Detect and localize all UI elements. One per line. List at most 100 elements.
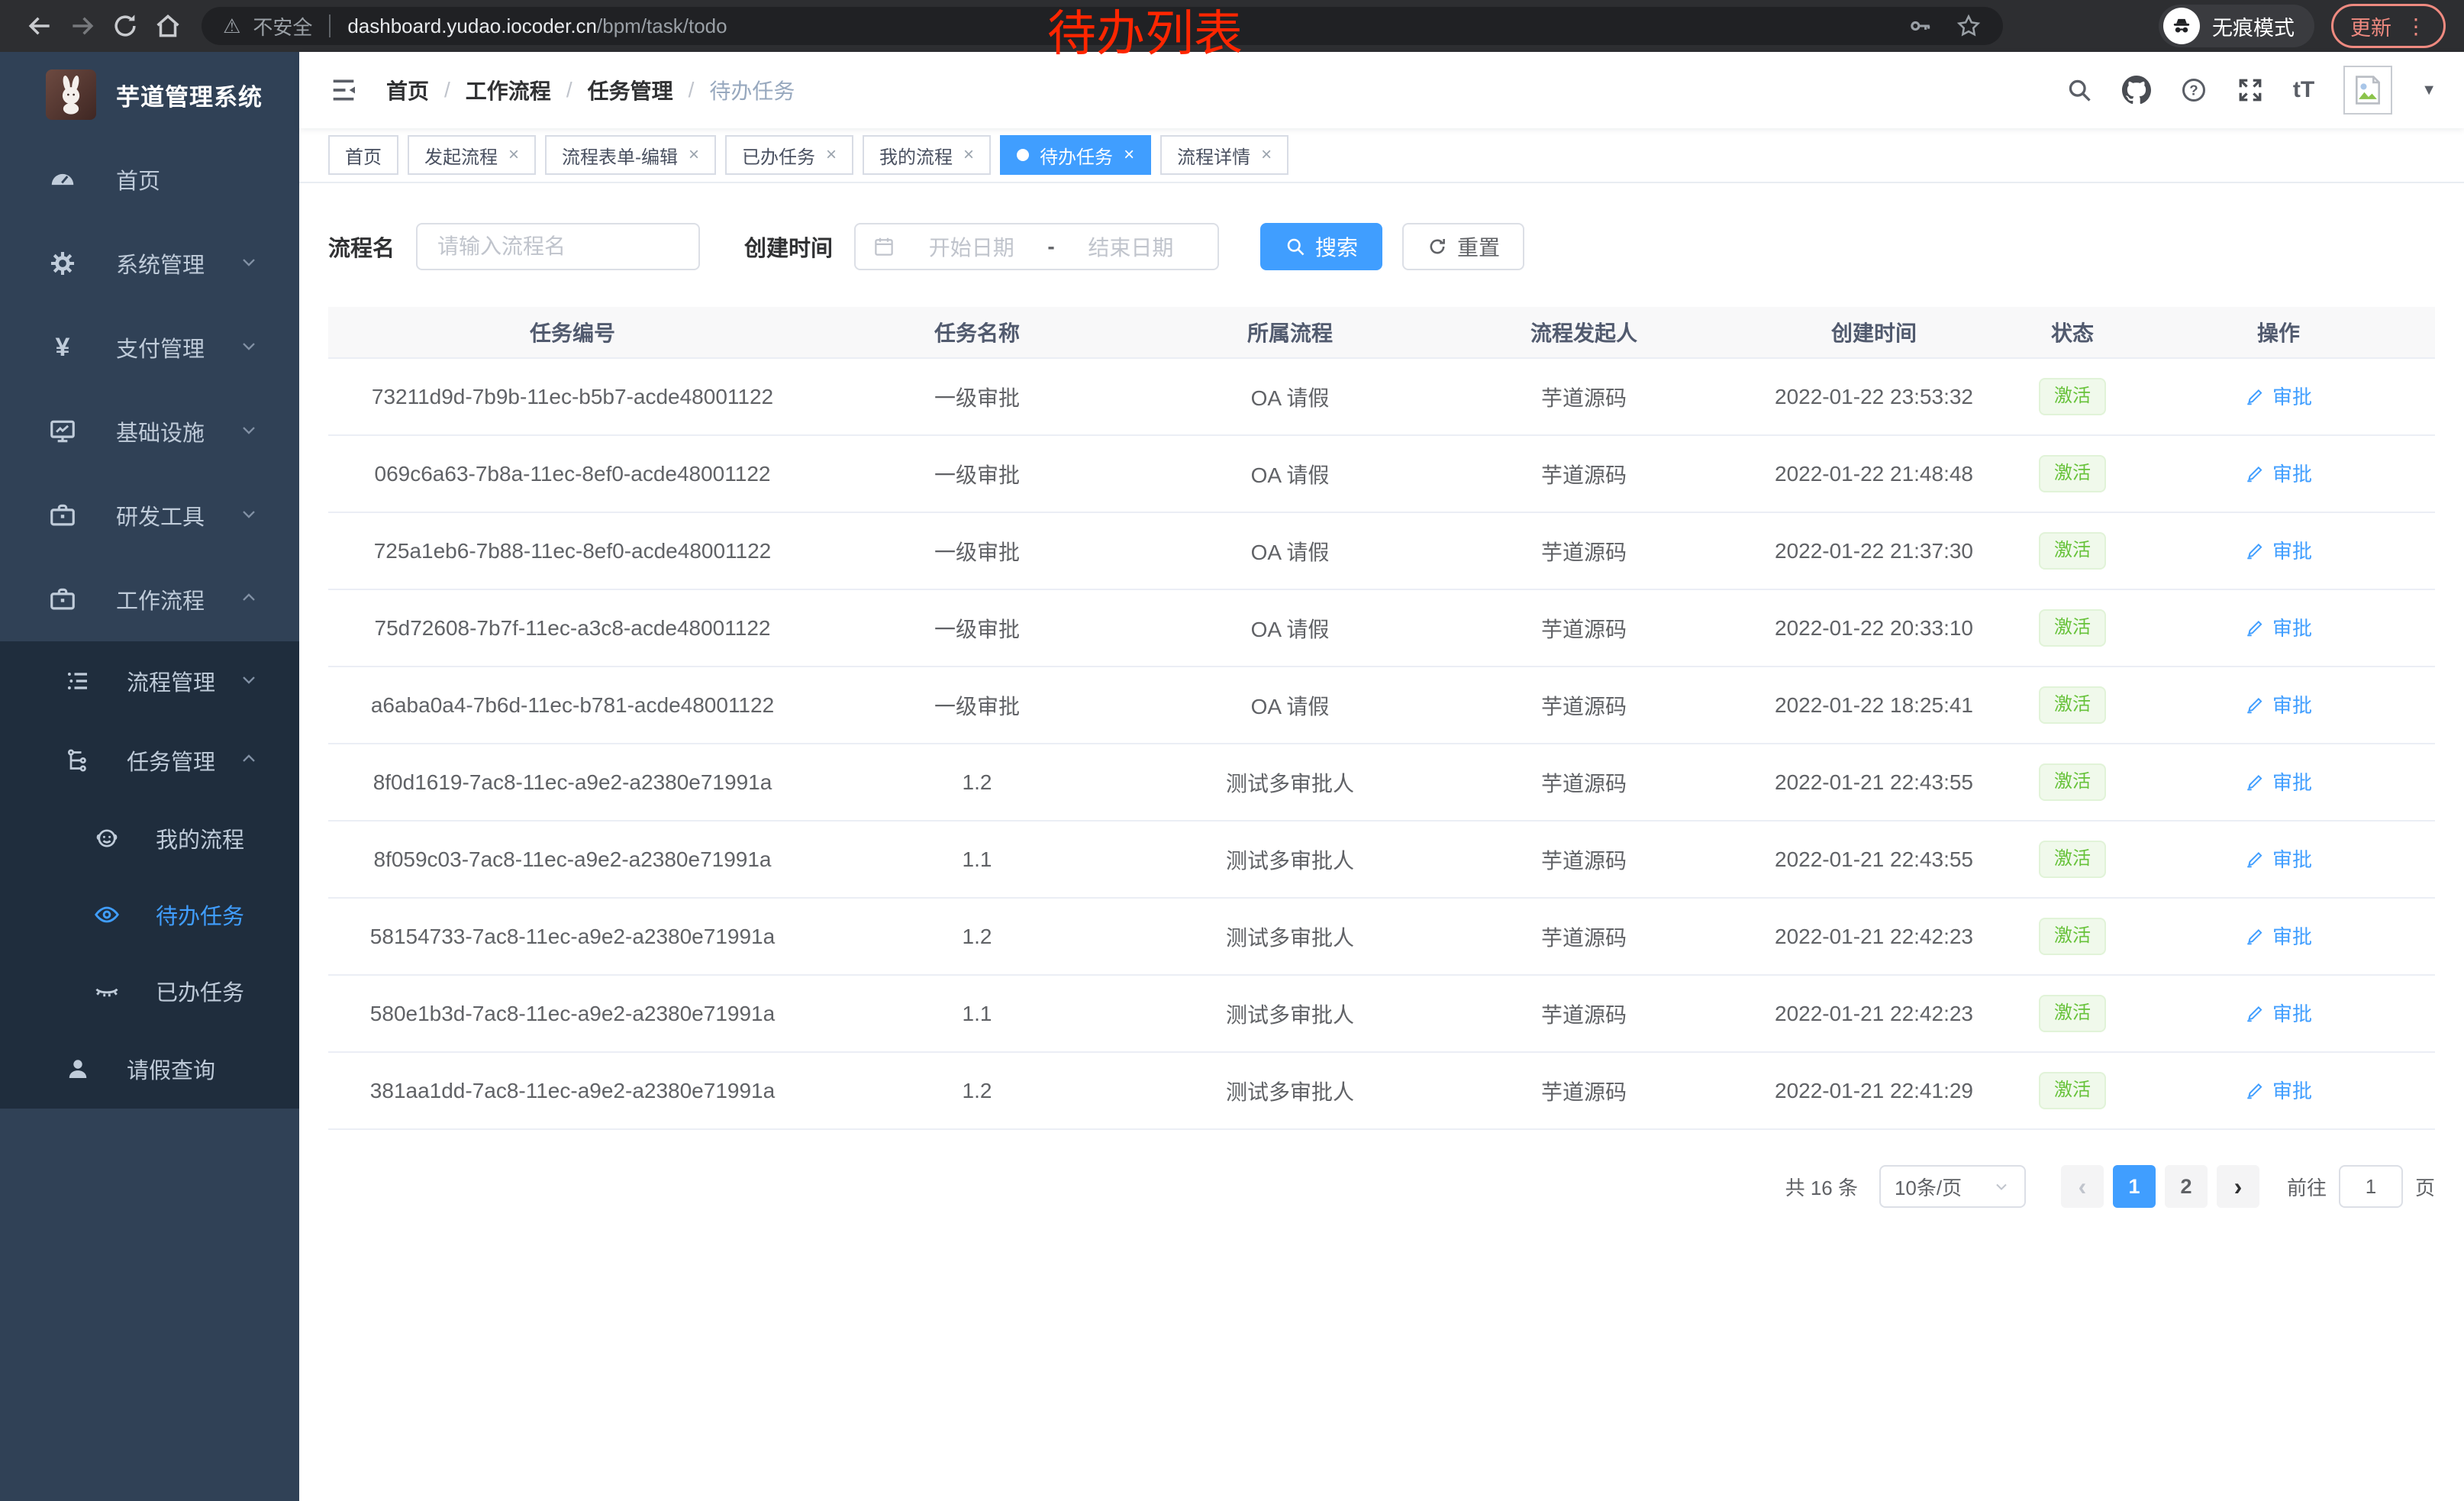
sidebar-collapse-icon[interactable]: [328, 75, 359, 105]
sidebar-item-home[interactable]: 首页: [0, 137, 299, 221]
sidebar-item-leave-query[interactable]: 请假查询: [0, 1029, 299, 1109]
github-icon[interactable]: [2122, 76, 2151, 105]
page-size-select[interactable]: 10条/页: [1879, 1165, 2026, 1208]
approve-link[interactable]: 审批: [2245, 844, 2312, 873]
cell-create-time: 2022-01-22 23:53:32: [1725, 358, 2023, 435]
cell-task-name: 一级审批: [817, 358, 1137, 435]
close-icon[interactable]: ×: [1124, 144, 1134, 166]
sidebar-item-label: 任务管理: [127, 744, 215, 776]
cell-starter: 芋道源码: [1443, 358, 1725, 435]
sidebar-item-payment-mgmt[interactable]: ¥ 支付管理: [0, 305, 299, 389]
breadcrumb-item[interactable]: 工作流程: [466, 75, 551, 105]
cell-task-name: 一级审批: [817, 667, 1137, 744]
reset-button[interactable]: 重置: [1402, 223, 1524, 270]
close-icon[interactable]: ×: [963, 144, 974, 166]
cell-process: OA 请假: [1137, 589, 1443, 667]
edit-icon: [2245, 695, 2265, 715]
home-button[interactable]: [147, 5, 189, 47]
next-page-button[interactable]: ›: [2217, 1165, 2259, 1208]
sidebar-item-task-mgmt[interactable]: 任务管理: [0, 721, 299, 800]
update-button[interactable]: 更新 ⋮: [2331, 4, 2446, 48]
fullscreen-icon[interactable]: [2237, 76, 2264, 104]
more-menu-icon[interactable]: ⋮: [2405, 14, 2427, 39]
caret-down-icon[interactable]: ▼: [2421, 82, 2437, 99]
tab-todo-tasks[interactable]: 待办任务×: [1000, 135, 1151, 175]
sidebar-item-workflow[interactable]: 工作流程: [0, 557, 299, 641]
help-icon[interactable]: ?: [2180, 76, 2208, 104]
page-button-2[interactable]: 2: [2165, 1165, 2208, 1208]
cell-create-time: 2022-01-22 21:37:30: [1725, 512, 2023, 589]
approve-link[interactable]: 审批: [2245, 459, 2312, 487]
security-label[interactable]: 不安全: [253, 12, 312, 40]
col-task-id: 任务编号: [328, 307, 817, 358]
incognito-badge: 无痕模式: [2159, 5, 2314, 47]
sidebar-item-process-mgmt[interactable]: 流程管理: [0, 641, 299, 721]
status-badge: 激活: [2039, 995, 2106, 1032]
tab-home[interactable]: 首页: [328, 135, 398, 175]
dashboard-icon: [47, 164, 78, 195]
col-starter: 流程发起人: [1443, 307, 1725, 358]
edit-icon: [2245, 772, 2265, 792]
approve-link[interactable]: 审批: [2245, 1076, 2312, 1104]
breadcrumb-item[interactable]: 首页: [386, 75, 429, 105]
star-icon[interactable]: [1956, 13, 1982, 39]
cell-action: 审批: [2122, 744, 2435, 821]
tab-start-process[interactable]: 发起流程×: [408, 135, 536, 175]
cell-task-name: 1.2: [817, 1052, 1137, 1129]
sidebar-item-todo-tasks[interactable]: 待办任务: [0, 876, 299, 953]
approve-link[interactable]: 审批: [2245, 922, 2312, 950]
process-name-input[interactable]: [416, 223, 700, 270]
goto-page-input[interactable]: [2339, 1165, 2403, 1208]
search-button[interactable]: 搜索: [1260, 223, 1382, 270]
start-date-placeholder[interactable]: 开始日期: [901, 231, 1041, 262]
breadcrumb-item[interactable]: 任务管理: [588, 75, 673, 105]
goto-label: 前往: [2287, 1173, 2327, 1201]
date-range-picker[interactable]: 开始日期 - 结束日期: [854, 223, 1219, 270]
tab-done-tasks[interactable]: 已办任务×: [725, 135, 853, 175]
cell-starter: 芋道源码: [1443, 512, 1725, 589]
sidebar-item-done-tasks[interactable]: 已办任务: [0, 953, 299, 1029]
forward-button[interactable]: [61, 5, 104, 47]
app-logo[interactable]: 芋道管理系统: [0, 52, 299, 137]
sidebar-item-infrastructure[interactable]: 基础设施: [0, 389, 299, 473]
avatar[interactable]: [2343, 66, 2392, 115]
omnibox-divider: [329, 15, 331, 37]
tab-process-detail[interactable]: 流程详情×: [1160, 135, 1288, 175]
font-size-icon[interactable]: tT: [2293, 77, 2314, 103]
chevron-down-icon: [238, 503, 260, 528]
approve-link[interactable]: 审批: [2245, 382, 2312, 410]
page-button-1[interactable]: 1: [2113, 1165, 2156, 1208]
close-icon[interactable]: ×: [1261, 144, 1272, 166]
approve-link[interactable]: 审批: [2245, 690, 2312, 718]
reload-button[interactable]: [104, 5, 147, 47]
cell-starter: 芋道源码: [1443, 744, 1725, 821]
prev-page-button[interactable]: ‹: [2061, 1165, 2104, 1208]
close-icon[interactable]: ×: [508, 144, 519, 166]
search-icon[interactable]: [2066, 76, 2093, 104]
tab-my-process[interactable]: 我的流程×: [863, 135, 991, 175]
key-icon[interactable]: [1907, 13, 1933, 39]
approve-link[interactable]: 审批: [2245, 613, 2312, 641]
end-date-placeholder[interactable]: 结束日期: [1061, 231, 1201, 262]
approve-link[interactable]: 审批: [2245, 999, 2312, 1027]
cell-starter: 芋道源码: [1443, 975, 1725, 1052]
sidebar-item-label: 支付管理: [116, 331, 205, 363]
cell-task-id: 725a1eb6-7b88-11ec-8ef0-acde48001122: [328, 512, 817, 589]
close-icon[interactable]: ×: [689, 144, 699, 166]
sidebar-item-my-process[interactable]: 我的流程: [0, 800, 299, 876]
process-name-label: 流程名: [328, 231, 395, 263]
cell-action: 审批: [2122, 898, 2435, 975]
approve-link[interactable]: 审批: [2245, 536, 2312, 564]
url-text[interactable]: dashboard.yudao.iocoder.cn/bpm/task/todo: [347, 15, 727, 38]
back-button[interactable]: [18, 5, 61, 47]
cell-task-id: 73211d9d-7b9b-11ec-b5b7-acde48001122: [328, 358, 817, 435]
sidebar-item-system-mgmt[interactable]: 系统管理: [0, 221, 299, 305]
approve-link[interactable]: 审批: [2245, 767, 2312, 796]
tab-form-edit[interactable]: 流程表单-编辑×: [545, 135, 716, 175]
cell-create-time: 2022-01-22 21:48:48: [1725, 435, 2023, 512]
close-icon[interactable]: ×: [826, 144, 837, 166]
page-content: 流程名 创建时间 开始日期 - 结束日期 搜索 重: [299, 183, 2464, 1501]
edit-icon: [2245, 1080, 2265, 1100]
sidebar-item-dev-tools[interactable]: 研发工具: [0, 473, 299, 557]
cell-task-id: 8f0d1619-7ac8-11ec-a9e2-a2380e71991a: [328, 744, 817, 821]
